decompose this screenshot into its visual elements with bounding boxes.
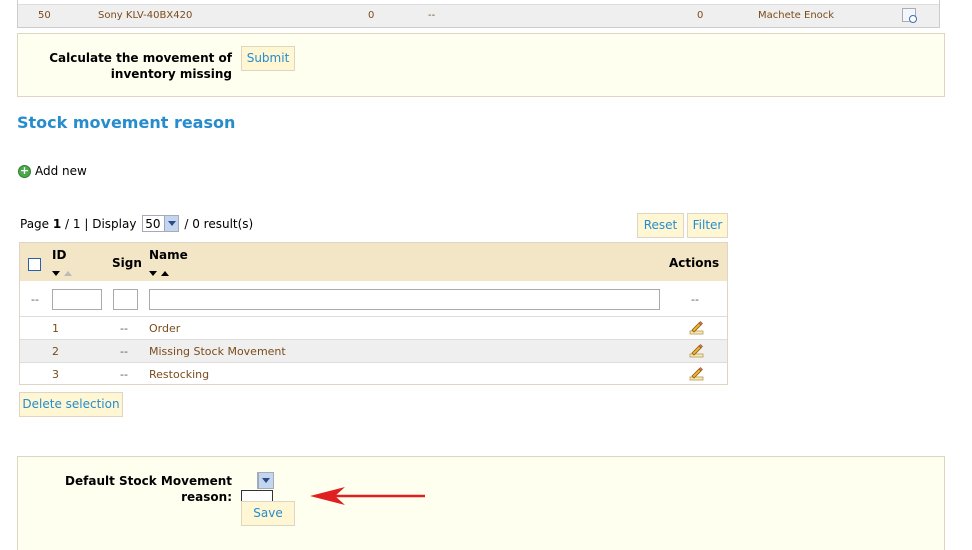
display-count-value: 50 bbox=[145, 216, 161, 231]
table-row: 3 -- Restocking bbox=[20, 363, 727, 386]
sort-desc-icon[interactable] bbox=[52, 271, 60, 276]
stock-movement-reason-table: ID Sign Name Actions -- -- 1 -- Order 2 … bbox=[19, 242, 728, 385]
row-product: Sony KLV-40BX420 bbox=[98, 10, 193, 21]
sort-asc-icon[interactable] bbox=[160, 271, 169, 276]
edit-icon[interactable] bbox=[689, 320, 704, 335]
header-actions: Actions bbox=[669, 256, 720, 270]
calculate-panel: Calculate the movement of inventory miss… bbox=[17, 33, 945, 97]
submit-button[interactable]: Submit bbox=[241, 46, 295, 71]
view-details-icon[interactable] bbox=[902, 8, 917, 23]
filter-dash: -- bbox=[31, 293, 39, 306]
page-prefix: Page bbox=[20, 216, 53, 231]
edit-icon[interactable] bbox=[689, 343, 704, 358]
default-reason-label-line2: reason: bbox=[181, 490, 232, 504]
pagination: Page 1 / 1 | Display 50 / 0 result(s) bbox=[20, 215, 253, 232]
delete-selection-button[interactable]: Delete selection bbox=[19, 392, 123, 417]
display-count-select[interactable]: 50 bbox=[142, 215, 179, 232]
filter-name-input[interactable] bbox=[149, 289, 660, 310]
filter-row: -- -- bbox=[20, 281, 727, 317]
row-name: Restocking bbox=[149, 368, 210, 381]
default-reason-panel: Default Stock Movement reason: Save bbox=[17, 456, 945, 550]
sort-asc-icon[interactable] bbox=[63, 271, 72, 276]
add-new-label: Add new bbox=[35, 164, 87, 178]
default-reason-label: Default Stock Movement reason: bbox=[48, 473, 232, 505]
row-sign: -- bbox=[120, 345, 128, 358]
row-quantity: 0 bbox=[368, 10, 375, 21]
row-name: Order bbox=[149, 322, 181, 335]
header-id: ID bbox=[52, 248, 67, 262]
add-icon: + bbox=[18, 163, 31, 178]
row-employee: Machete Enock bbox=[758, 10, 835, 21]
filter-actions-dash: -- bbox=[691, 293, 699, 306]
row-id: 3 bbox=[52, 368, 59, 381]
table-header: ID Sign Name Actions bbox=[20, 243, 727, 281]
annotation-arrow-icon bbox=[310, 487, 425, 505]
select-all-checkbox[interactable] bbox=[28, 258, 41, 271]
row-id: 1 bbox=[52, 322, 59, 335]
chevron-down-icon bbox=[163, 216, 178, 231]
sort-name bbox=[149, 266, 169, 279]
edit-icon[interactable] bbox=[689, 366, 704, 381]
header-sign: Sign bbox=[112, 256, 142, 270]
row-value: 0 bbox=[697, 10, 704, 21]
table-row: 1 -- Order bbox=[20, 317, 727, 340]
filter-id-input[interactable] bbox=[52, 289, 102, 310]
calculate-label: Calculate the movement of inventory miss… bbox=[48, 50, 232, 82]
filter-button[interactable]: Filter bbox=[687, 213, 728, 238]
sort-desc-icon[interactable] bbox=[149, 271, 157, 276]
sort-id bbox=[52, 266, 72, 279]
filter-sign-input[interactable] bbox=[113, 289, 138, 310]
row-sign: -- bbox=[120, 322, 128, 335]
reset-button[interactable]: Reset bbox=[637, 213, 684, 238]
calculate-label-line2: inventory missing bbox=[110, 67, 232, 81]
result-count: / 0 result(s) bbox=[180, 216, 254, 231]
row-sign: -- bbox=[120, 368, 128, 381]
row-id: 50 bbox=[38, 10, 51, 21]
table-row: 2 -- Missing Stock Movement bbox=[20, 340, 727, 363]
default-reason-select[interactable] bbox=[257, 472, 274, 489]
header-name: Name bbox=[149, 248, 188, 262]
chevron-down-icon bbox=[258, 473, 273, 488]
section-title: Stock movement reason bbox=[17, 113, 236, 132]
calculate-label-line1: Calculate the movement of bbox=[49, 51, 232, 65]
page-current: 1 bbox=[52, 216, 62, 231]
save-button[interactable]: Save bbox=[241, 501, 295, 526]
table-row: 50 Sony KLV-40BX420 0 -- 0 Machete Enock bbox=[18, 4, 939, 27]
default-reason-label-line1: Default Stock Movement bbox=[65, 474, 232, 488]
row-id: 2 bbox=[52, 345, 59, 358]
add-new-link[interactable]: + Add new bbox=[18, 164, 87, 178]
row-dash: -- bbox=[428, 10, 436, 21]
row-name: Missing Stock Movement bbox=[149, 345, 286, 358]
page-separator: / 1 | Display bbox=[61, 216, 141, 231]
